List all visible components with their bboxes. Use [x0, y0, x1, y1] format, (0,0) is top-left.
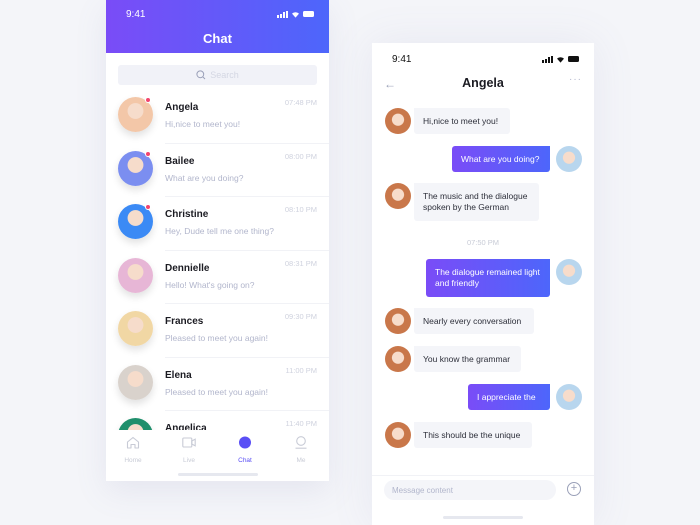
avatar — [118, 311, 153, 346]
last-message: Pleased to meet you again! — [165, 386, 269, 397]
profile-icon — [295, 436, 307, 449]
last-message: Hey, Dude tell me one thing? — [165, 226, 274, 236]
chat-list-screen: 9:41 Chat Search Angela Hi,nice to meet y… — [106, 0, 329, 481]
incoming-message: Hi,nice to meet you! — [414, 108, 510, 134]
status-bar: 9:41 — [106, 6, 329, 22]
plus-circle-icon[interactable]: + — [567, 482, 581, 496]
tab-label: Live — [183, 457, 195, 464]
chat-list-item[interactable]: Christine Hey, Dude tell me one thing? 08:… — [106, 197, 329, 251]
contact-name: Dennielle — [165, 262, 210, 274]
chat-list: Angela Hi,nice to meet you! 07:48 PM Bailee… — [106, 90, 329, 430]
contact-name: Angelica — [165, 423, 207, 430]
home-icon — [126, 436, 140, 449]
unread-badge — [145, 150, 151, 157]
chat-list-item[interactable]: Elena Pleased to meet you again! 11:00 PM — [106, 358, 329, 411]
incoming-message: This should be the unique — [414, 422, 532, 448]
wifi-icon — [557, 56, 564, 63]
contact-name: Frances — [165, 316, 204, 327]
chat-list-item[interactable]: Angela Hi,nice to meet you! 07:48 PM — [106, 90, 329, 144]
battery-icon — [568, 56, 579, 62]
conversation-screen: 9:41 ← Angela ··· Hi,nice to meet you! Wh… — [372, 43, 594, 525]
search-icon — [196, 70, 206, 80]
message-time: 08:10 PM — [284, 205, 317, 214]
contact-name: Christine — [165, 209, 209, 220]
message-time: 11:00 PM — [285, 365, 317, 375]
avatar — [385, 108, 411, 134]
video-icon — [182, 437, 196, 448]
avatar — [385, 346, 411, 372]
tab-home[interactable]: Home — [113, 436, 153, 464]
avatar — [385, 422, 411, 448]
home-indicator — [443, 516, 523, 519]
outgoing-message: What are you doing? — [452, 146, 550, 172]
wifi-icon — [292, 11, 299, 18]
home-indicator — [178, 473, 258, 476]
incoming-message: The music and the dialogue spoken by the… — [414, 183, 539, 221]
message-time: 09:30 PM — [284, 312, 317, 321]
contact-name: Bailee — [165, 155, 195, 167]
incoming-message: Nearly every conversation — [414, 308, 534, 334]
message-placeholder: Message content — [392, 485, 453, 495]
tab-label: Chat — [238, 457, 252, 464]
chat-list-item[interactable]: Angelica 11:40 PM — [106, 411, 329, 430]
message-time: 07:48 PM — [284, 98, 317, 107]
avatar — [385, 308, 411, 334]
status-time: 9:41 — [392, 53, 412, 65]
avatar — [118, 257, 153, 293]
conversation-header: ← Angela ··· — [372, 73, 594, 95]
divider — [372, 475, 594, 476]
status-bar: 9:41 — [372, 51, 594, 67]
tab-me[interactable]: Me — [281, 436, 321, 464]
chat-list-item[interactable]: Dennielle Hello! What's going on? 08:31 PM — [106, 251, 329, 304]
battery-icon — [303, 11, 314, 17]
more-icon[interactable]: ··· — [569, 74, 582, 85]
chat-list-item[interactable]: Frances Pleased to meet you again! 09:30 P… — [106, 304, 329, 358]
signal-icon — [542, 55, 553, 63]
signal-icon — [277, 10, 288, 18]
timestamp: 07:50 PM — [466, 238, 500, 247]
chat-list-item[interactable]: Bailee What are you doing? 08:00 PM — [106, 144, 329, 197]
search-input[interactable]: Search — [118, 65, 317, 85]
avatar — [118, 364, 153, 400]
avatar — [556, 146, 582, 172]
avatar — [556, 259, 582, 285]
avatar — [556, 384, 582, 410]
search-placeholder: Search — [210, 70, 239, 80]
tab-label: Me — [296, 457, 306, 464]
message-time: 08:00 PM — [284, 151, 317, 161]
avatar — [385, 183, 411, 209]
incoming-message: You know the grammar — [414, 346, 521, 372]
contact-name: Elena — [165, 369, 192, 381]
unread-badge — [145, 204, 151, 210]
tab-live[interactable]: Live — [169, 436, 209, 464]
tab-label: Home — [124, 457, 142, 464]
chat-icon — [239, 436, 251, 449]
tab-bar: Home Live Chat Me — [106, 430, 329, 481]
last-message: Pleased to meet you again! — [165, 333, 269, 343]
outgoing-message: I appreciate the — [468, 384, 550, 410]
last-message: Hi,nice to meet you! — [165, 119, 241, 129]
message-input[interactable]: Message content — [384, 480, 556, 500]
last-message: What are you doing? — [165, 172, 244, 183]
contact-name: Angela — [462, 76, 504, 90]
message-time: 11:40 PM — [285, 419, 317, 428]
unread-badge — [145, 97, 151, 103]
last-message: Hello! What's going on? — [165, 279, 255, 290]
outgoing-message: The dialogue remained light and friendly — [426, 259, 550, 297]
message-time: 08:31 PM — [284, 258, 317, 268]
status-time: 9:41 — [126, 8, 146, 20]
contact-name: Angela — [165, 102, 199, 113]
page-title: Chat — [203, 31, 232, 46]
tab-chat[interactable]: Chat — [225, 436, 265, 464]
avatar — [118, 418, 153, 430]
